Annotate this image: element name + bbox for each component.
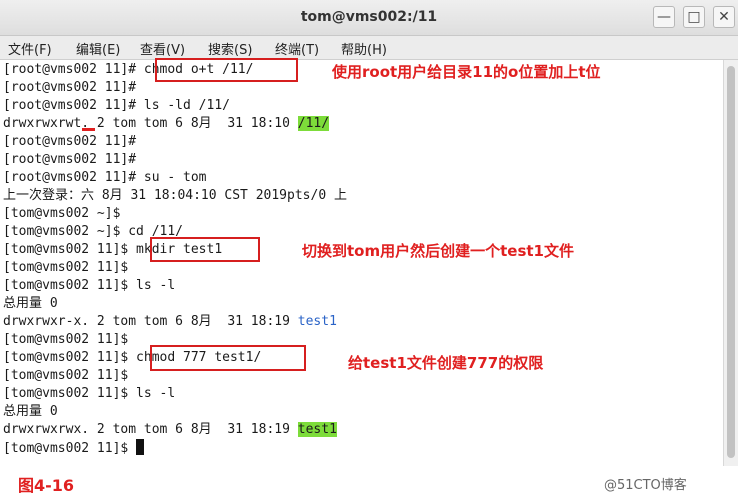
maximize-button[interactable]: □ xyxy=(683,6,705,28)
annotation-box-chmod-777 xyxy=(150,345,306,371)
terminal-line: [tom@vms002 ~]$ xyxy=(3,206,121,221)
highlighted-dir: /11/ xyxy=(297,116,330,131)
annotation-box-chmod-t xyxy=(155,58,298,82)
terminal-line: 总用量 0 xyxy=(3,296,58,311)
terminal-output[interactable]: [root@vms002 11]# chmod o+t /11/ [root@v… xyxy=(0,60,723,466)
prompt-text: [tom@vms002 11]$ xyxy=(3,441,137,456)
terminal-line: drwxrwxr-x. 2 tom tom 6 8月 31 18:19 test… xyxy=(3,313,337,331)
figure-label: 图4-16 xyxy=(18,476,75,495)
menu-edit[interactable]: 编辑(E) xyxy=(76,39,120,58)
line-text: drwxrwxrwt. 2 tom tom 6 8月 31 18:10 xyxy=(3,116,298,131)
terminal-line: [tom@vms002 11]$ xyxy=(3,260,129,275)
minimize-button[interactable]: — xyxy=(653,6,675,28)
annotation-note-3: 给test1文件创建777的权限 xyxy=(348,354,544,372)
terminal-line: [tom@vms002 11]$ xyxy=(3,368,129,383)
terminal-line: drwxrwxrwt. 2 tom tom 6 8月 31 18:10 /11/ xyxy=(3,115,330,133)
menu-help[interactable]: 帮助(H) xyxy=(341,39,387,58)
terminal-line: [tom@vms002 11]$ ls -l xyxy=(3,386,176,401)
line-text: drwxrwxr-x. 2 tom tom 6 8月 31 18:19 xyxy=(3,314,298,329)
watermark: @51CTO博客 xyxy=(604,478,687,493)
terminal-line: [root@vms002 11]# xyxy=(3,152,137,167)
text-cursor xyxy=(136,439,145,455)
t-bit-underline-mark xyxy=(82,128,95,131)
dir-name: test1 xyxy=(297,314,337,329)
annotation-box-mkdir xyxy=(150,237,260,262)
close-button[interactable]: ✕ xyxy=(713,6,735,28)
terminal-line: [tom@vms002 11]$ ls -l xyxy=(3,278,176,293)
menu-terminal[interactable]: 终端(T) xyxy=(275,39,319,58)
terminal-line: drwxrwxrwx. 2 tom tom 6 8月 31 18:19 test… xyxy=(3,421,337,439)
menu-bar: 文件(F) 编辑(E) 查看(V) 搜索(S) 终端(T) 帮助(H) xyxy=(0,36,738,60)
terminal-prompt-line: [tom@vms002 11]$ xyxy=(3,439,145,458)
terminal-line: [root@vms002 11]# ls -ld /11/ xyxy=(3,98,230,113)
terminal-line: 上一次登录：六 8月 31 18:04:10 CST 2019pts/0 上 xyxy=(3,188,347,203)
terminal-line: 总用量 0 xyxy=(3,404,58,419)
annotation-note-2: 切换到tom用户然后创建一个test1文件 xyxy=(302,242,574,260)
menu-file[interactable]: 文件(F) xyxy=(8,39,52,58)
terminal-line: [root@vms002 11]# su - tom xyxy=(3,170,207,185)
terminal-line: [tom@vms002 11]$ xyxy=(3,332,129,347)
terminal-line: [root@vms002 11]# xyxy=(3,80,137,95)
terminal-line: [root@vms002 11]# xyxy=(3,134,137,149)
window-titlebar: tom@vms002:/11 — □ ✕ xyxy=(0,0,738,36)
menu-view[interactable]: 查看(V) xyxy=(140,39,185,58)
window-title: tom@vms002:/11 xyxy=(300,9,438,25)
menu-search[interactable]: 搜索(S) xyxy=(208,39,252,58)
annotation-note-1: 使用root用户给目录11的o位置加上t位 xyxy=(332,63,601,81)
scrollbar-thumb[interactable] xyxy=(727,66,735,458)
terminal-scrollbar[interactable] xyxy=(723,60,738,466)
line-text: drwxrwxrwx. 2 tom tom 6 8月 31 18:19 xyxy=(3,422,298,437)
highlighted-dir: test1 xyxy=(297,422,337,437)
